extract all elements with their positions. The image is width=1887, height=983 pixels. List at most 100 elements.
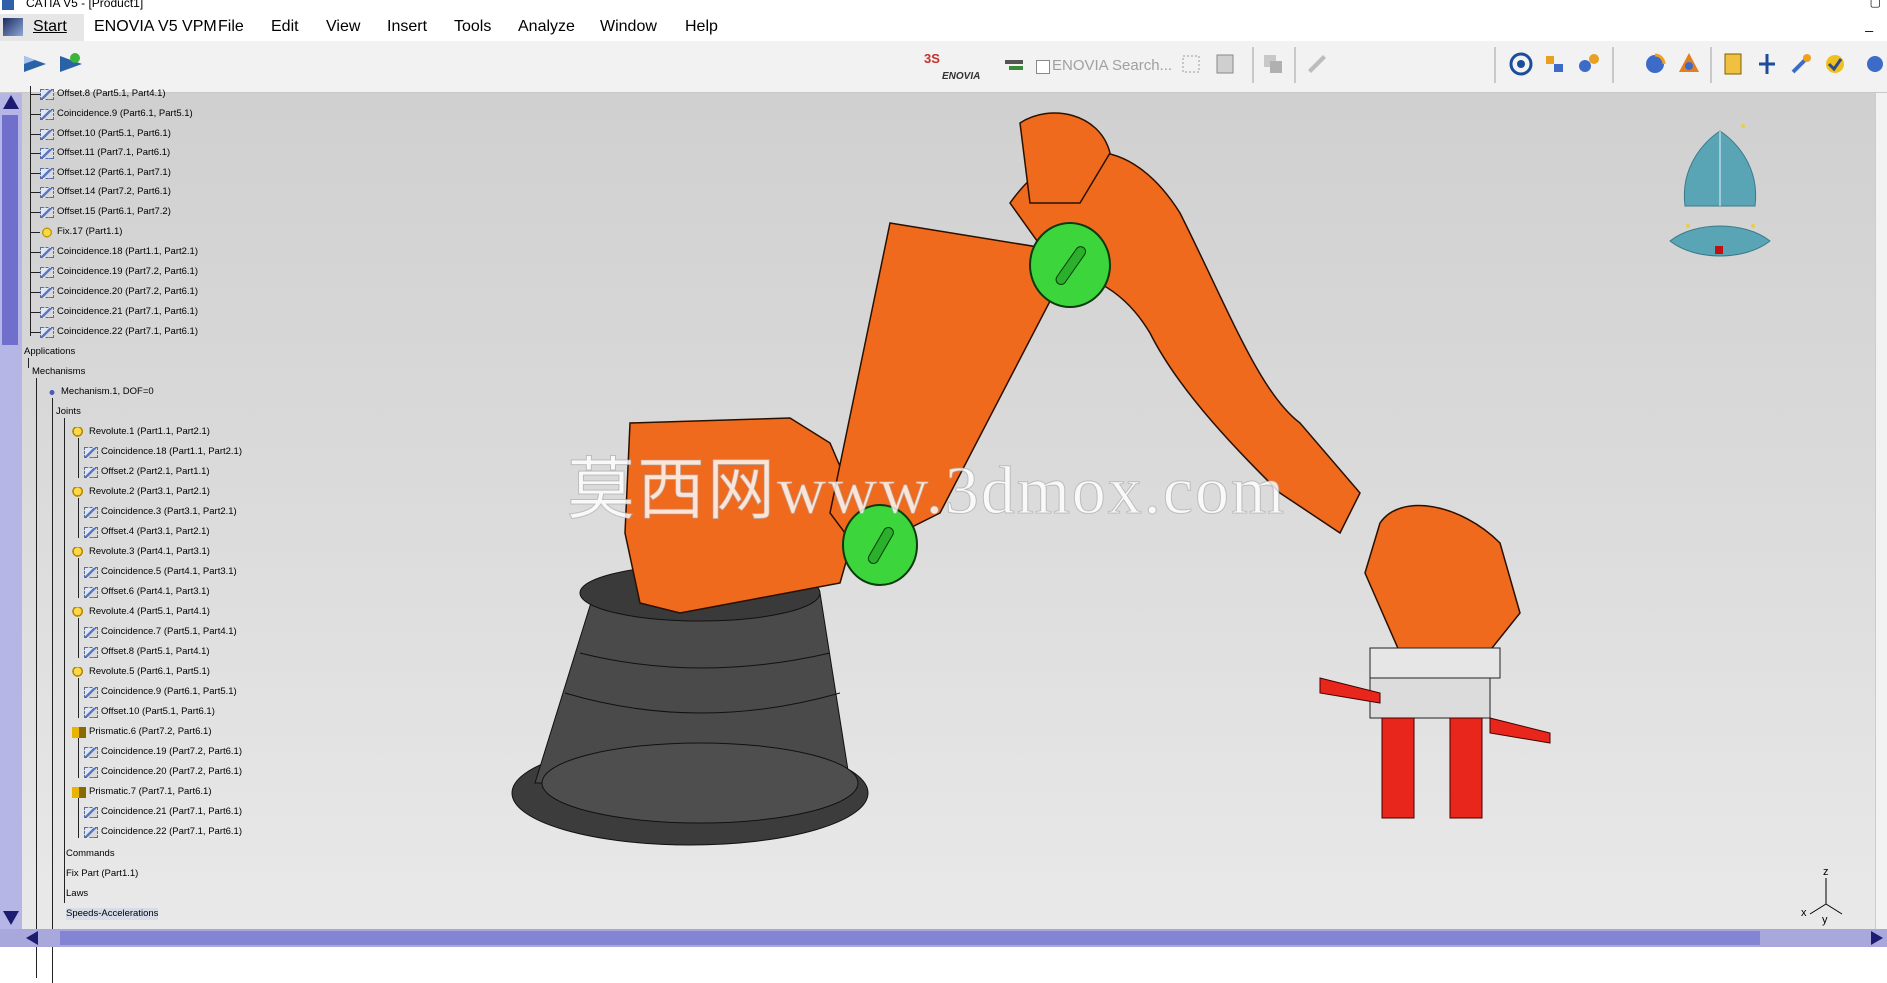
tree-node-constraint[interactable]: Offset.12 (Part6.1, Part7.1) xyxy=(40,167,171,179)
start-menu[interactable]: Start xyxy=(0,14,84,41)
menu-insert[interactable]: Insert xyxy=(387,18,427,36)
tree-node-joint-prismatic-6[interactable]: Prismatic.6 (Part7.2, Part6.1) xyxy=(72,726,211,738)
tree-node-fix-part[interactable]: Fix Part (Part1.1) xyxy=(66,868,138,880)
constraint-icon[interactable] xyxy=(1752,49,1782,79)
constraint-icon xyxy=(84,806,98,818)
tree-node-constraint[interactable]: Coincidence.21 (Part7.1, Part6.1) xyxy=(84,806,242,818)
tree-node-joint-revolute-3[interactable]: Revolute.3 (Part4.1, Part3.1) xyxy=(72,546,210,558)
tree-node-constraint[interactable]: Offset.10 (Part5.1, Part6.1) xyxy=(84,706,215,718)
scroll-right-icon[interactable] xyxy=(1871,931,1883,945)
tree-node-speeds-accelerations[interactable]: Speeds-Accelerations xyxy=(66,908,159,920)
tree-node-constraint[interactable]: Coincidence.22 (Part7.1, Part6.1) xyxy=(84,826,242,838)
tree-node-label: Fix.17 (Part1.1) xyxy=(57,226,123,237)
tree-node-label: Offset.11 (Part7.1, Part6.1) xyxy=(57,147,171,158)
tree-node-constraint[interactable]: Offset.4 (Part3.1, Part2.1) xyxy=(84,526,210,538)
manipulate-icon[interactable] xyxy=(1302,49,1332,79)
tree-node-constraint[interactable]: Coincidence.7 (Part5.1, Part4.1) xyxy=(84,626,237,638)
enovia-connect-icon[interactable] xyxy=(1000,49,1030,79)
restore-window-icon[interactable]: ▢ xyxy=(1870,0,1881,8)
specification-tree[interactable]: Offset.8 (Part5.1, Part4.1) Coincidence.… xyxy=(22,86,322,983)
tree-node-constraint[interactable]: Coincidence.20 (Part7.2, Part6.1) xyxy=(84,766,242,778)
enovia-search-checkbox[interactable] xyxy=(1036,60,1050,74)
scrollbar-thumb[interactable] xyxy=(2,115,18,345)
scroll-down-icon[interactable] xyxy=(3,911,19,925)
tree-node-constraint[interactable]: Offset.15 (Part6.1, Part7.2) xyxy=(40,206,171,218)
tree-node-constraint[interactable]: Offset.14 (Part7.2, Part6.1) xyxy=(40,186,171,198)
tree-node-constraint[interactable]: Coincidence.9 (Part6.1, Part5.1) xyxy=(84,686,237,698)
constraint-icon xyxy=(40,246,54,258)
compass-icon[interactable] xyxy=(1665,116,1775,276)
assembly-icon[interactable] xyxy=(1540,49,1570,79)
tree-node-constraint[interactable]: Offset.8 (Part5.1, Part4.1) xyxy=(40,88,166,100)
menu-tools[interactable]: Tools xyxy=(454,18,491,36)
gears-icon[interactable] xyxy=(1574,49,1604,79)
constraint-icon xyxy=(84,586,98,598)
tools-icon[interactable] xyxy=(1786,49,1816,79)
simulation-icon[interactable] xyxy=(20,49,50,79)
tree-node-constraint[interactable]: Offset.10 (Part5.1, Part6.1) xyxy=(40,128,171,140)
tree-node-constraint[interactable]: Coincidence.22 (Part7.1, Part6.1) xyxy=(40,326,198,338)
tree-node-label: Coincidence.20 (Part7.2, Part6.1) xyxy=(101,766,242,777)
tree-node-fix[interactable]: Fix.17 (Part1.1) xyxy=(40,226,122,238)
swirl-icon[interactable] xyxy=(1506,49,1536,79)
more-tools-icon[interactable] xyxy=(1860,49,1887,79)
scroll-up-icon[interactable] xyxy=(3,95,19,109)
tree-connector xyxy=(30,272,40,273)
menu-view[interactable]: View xyxy=(326,18,360,36)
tree-node-constraint[interactable]: Coincidence.21 (Part7.1, Part6.1) xyxy=(40,306,198,318)
revolute-joint-icon xyxy=(72,546,86,558)
enovia-logo-label: ENOVIA xyxy=(942,71,981,82)
tree-node-joint-revolute-1[interactable]: Revolute.1 (Part1.1, Part2.1) xyxy=(72,426,210,438)
constraint-icon xyxy=(84,706,98,718)
tree-node-constraint[interactable]: Coincidence.5 (Part4.1, Part3.1) xyxy=(84,566,237,578)
save-to-enovia-icon[interactable] xyxy=(1210,49,1240,79)
horizontal-scrollbar[interactable] xyxy=(0,929,1887,947)
tree-node-constraint[interactable]: Coincidence.18 (Part1.1, Part2.1) xyxy=(84,446,242,458)
tree-connector xyxy=(30,173,40,174)
tree-node-constraint[interactable]: Offset.8 (Part5.1, Part4.1) xyxy=(84,646,210,658)
tree-node-joint-revolute-5[interactable]: Revolute.5 (Part6.1, Part5.1) xyxy=(72,666,210,678)
constraint-icon xyxy=(84,446,98,458)
tree-node-joint-revolute-2[interactable]: Revolute.2 (Part3.1, Part2.1) xyxy=(72,486,210,498)
tree-node-constraint[interactable]: Offset.6 (Part4.1, Part3.1) xyxy=(84,586,210,598)
menu-help[interactable]: Help xyxy=(685,18,718,36)
scroll-left-icon[interactable] xyxy=(26,931,38,945)
fix-icon xyxy=(40,226,54,238)
enovia-tool-icon[interactable] xyxy=(1176,49,1206,79)
tree-node-constraint[interactable]: Coincidence.18 (Part1.1, Part2.1) xyxy=(40,246,198,258)
menu-enovia-vpm[interactable]: ENOVIA V5 VPM xyxy=(94,18,217,36)
tree-node-constraint[interactable]: Offset.2 (Part2.1, Part1.1) xyxy=(84,466,210,478)
tree-node-constraint[interactable]: Offset.11 (Part7.1, Part6.1) xyxy=(40,147,170,159)
menu-analyze[interactable]: Analyze xyxy=(518,18,575,36)
compile-simulation-icon[interactable] xyxy=(56,49,86,79)
product-icon[interactable] xyxy=(1718,49,1748,79)
minimize-document-icon[interactable]: _ xyxy=(1865,16,1873,32)
tree-node-constraint[interactable]: Coincidence.3 (Part3.1, Part2.1) xyxy=(84,506,237,518)
menu-window[interactable]: Window xyxy=(600,18,657,36)
tree-branch-line xyxy=(78,558,79,598)
tree-node-joint-prismatic-7[interactable]: Prismatic.7 (Part7.1, Part6.1) xyxy=(72,786,211,798)
explode-icon[interactable] xyxy=(1674,49,1704,79)
scrollbar-thumb[interactable] xyxy=(60,931,1760,945)
menu-file[interactable]: File xyxy=(218,18,244,36)
menu-start[interactable]: Start xyxy=(33,18,67,36)
tree-node-constraint[interactable]: Coincidence.20 (Part7.2, Part6.1) xyxy=(40,286,198,298)
tree-node-applications[interactable]: Applications xyxy=(24,346,75,358)
tree-node-laws[interactable]: Laws xyxy=(66,888,88,900)
tree-node-mechanism[interactable]: Mechanism.1, DOF=0 xyxy=(46,386,154,398)
rotate-icon[interactable] xyxy=(1640,49,1670,79)
tree-connector xyxy=(30,153,40,154)
menu-edit[interactable]: Edit xyxy=(271,18,299,36)
tree-node-mechanisms[interactable]: Mechanisms xyxy=(32,366,85,378)
tree-vertical-scrollbar[interactable] xyxy=(0,93,22,929)
tree-node-joint-revolute-4[interactable]: Revolute.4 (Part5.1, Part4.1) xyxy=(72,606,210,618)
update-icon[interactable] xyxy=(1820,49,1850,79)
tree-node-constraint[interactable]: Coincidence.19 (Part7.2, Part6.1) xyxy=(84,746,242,758)
enovia-search-field[interactable]: ENOVIA Search... xyxy=(1052,57,1172,74)
tree-node-joints[interactable]: Joints xyxy=(56,406,81,418)
tree-node-commands[interactable]: Commands xyxy=(66,848,115,860)
tree-node-label: Mechanisms xyxy=(32,366,86,377)
tree-node-constraint[interactable]: Coincidence.9 (Part6.1, Part5.1) xyxy=(40,108,193,120)
tree-node-constraint[interactable]: Coincidence.19 (Part7.2, Part6.1) xyxy=(40,266,198,278)
copy-icon[interactable] xyxy=(1258,49,1288,79)
